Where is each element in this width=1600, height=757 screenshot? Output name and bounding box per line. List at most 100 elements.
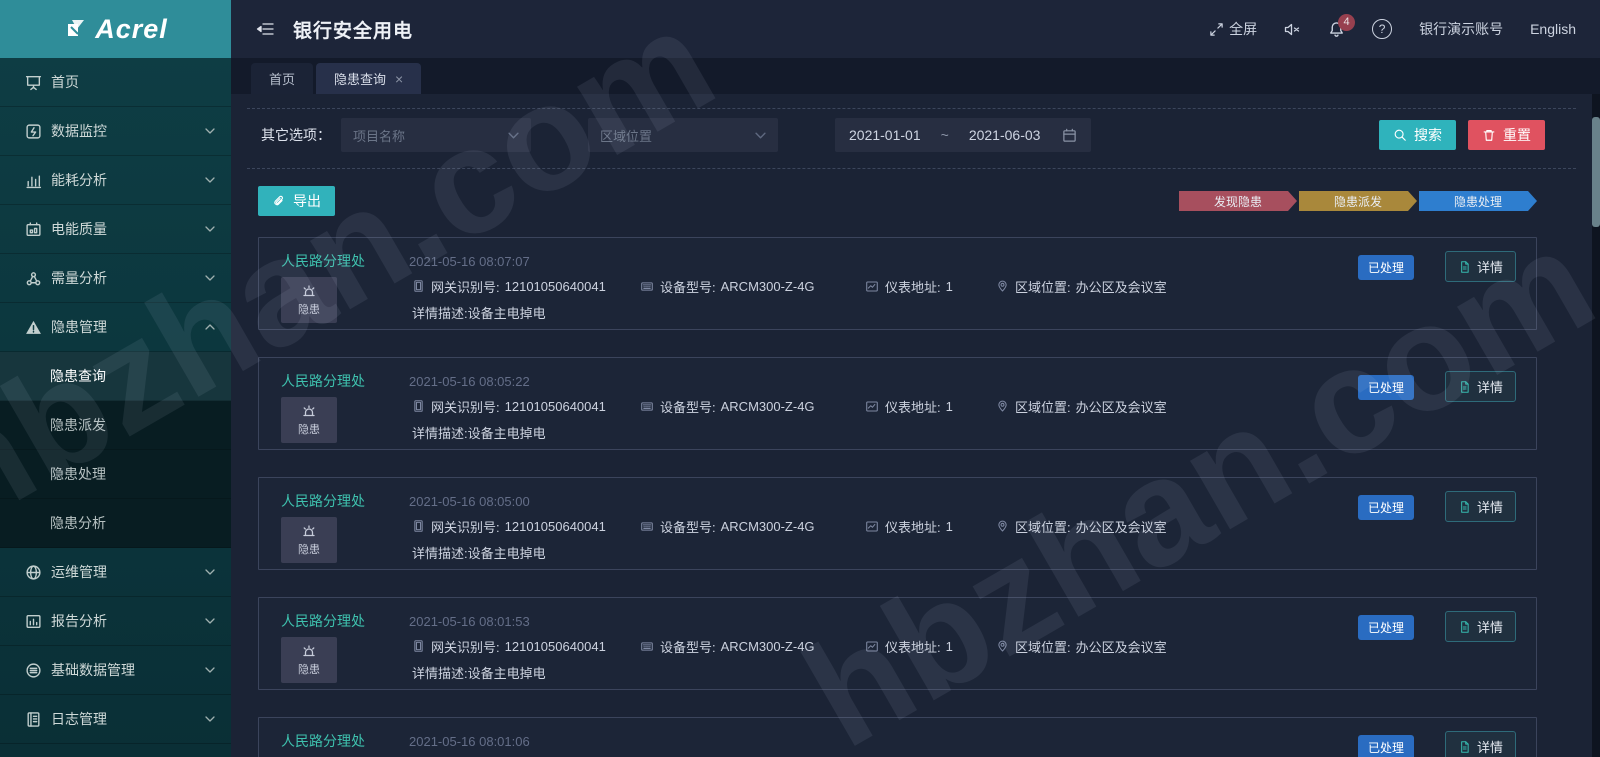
notification-badge: 4 xyxy=(1338,13,1356,31)
meter-address-field: 仪表地址: 1 xyxy=(865,277,996,296)
sidebar-item-log-management[interactable]: 日志管理 xyxy=(0,695,231,744)
record-body: 隐患 网关识别号: 12101050640041 设备型号: ARCM300-Z… xyxy=(275,277,1520,323)
sidebar-item-data-monitor[interactable]: 数据监控 xyxy=(0,107,231,156)
help-icon[interactable]: ? xyxy=(1372,19,1393,39)
warning-triangle-icon xyxy=(26,320,41,334)
meter-address-field: 仪表地址: 1 xyxy=(865,397,996,416)
meter-address-icon xyxy=(865,400,879,413)
hazard-tile-label: 隐患 xyxy=(298,544,320,556)
vertical-scrollbar[interactable] xyxy=(1592,94,1600,757)
sidebar-item-hazard-management[interactable]: 隐患管理 xyxy=(0,303,231,352)
date-range-picker[interactable]: 2021-01-01 ~ 2021-06-03 xyxy=(835,118,1092,152)
hazard-tile-label: 隐患 xyxy=(298,304,320,316)
legend-hazard-dispatch: 隐患派发 xyxy=(1299,191,1417,211)
status-badge-handled[interactable]: 已处理 xyxy=(1357,735,1414,757)
device-model-label: 设备型号: xyxy=(660,639,716,655)
device-model-value: ARCM300-Z-4G xyxy=(720,518,815,534)
status-badge-handled[interactable]: 已处理 xyxy=(1357,255,1414,280)
sidebar-item-report-analysis[interactable]: 报告分析 xyxy=(0,597,231,646)
site-name-link[interactable]: 人民路分理处 xyxy=(281,491,365,511)
sidebar-item-label: 报告分析 xyxy=(51,613,107,629)
gateway-icon xyxy=(412,639,425,653)
hazard-record-row: 人民路分理处 2021-05-16 08:05:00 隐患 网关识别号: 121… xyxy=(258,477,1537,570)
project-select[interactable]: 项目名称 xyxy=(341,118,531,152)
sidebar-item-energy-analysis[interactable]: 能耗分析 xyxy=(0,156,231,205)
device-model-value: ARCM300-Z-4G xyxy=(720,638,815,654)
sidebar-item-base-data[interactable]: 基础数据管理 xyxy=(0,646,231,695)
project-select-placeholder: 项目名称 xyxy=(353,128,406,144)
record-description: 详情描述:设备主电掉电 xyxy=(412,306,546,321)
sidebar-item-label: 需量分析 xyxy=(51,270,107,286)
sidebar-item-ops-management[interactable]: 运维管理 xyxy=(0,548,231,597)
page-title: 银行安全用电 xyxy=(293,20,414,42)
sidebar-item-label: 基础数据管理 xyxy=(51,662,135,678)
hazard-tile-label: 隐患 xyxy=(298,424,320,436)
tab-hazard-query[interactable]: 隐患查询 × xyxy=(316,63,422,94)
detail-button[interactable]: 详情 xyxy=(1444,731,1516,757)
document-icon xyxy=(1458,500,1471,514)
sidebar-subitem-label: 隐患处理 xyxy=(50,466,106,482)
close-tab-icon[interactable]: × xyxy=(395,71,403,87)
sidebar-subitem-hazard-analysis[interactable]: 隐患分析 xyxy=(0,499,231,548)
location-label: 区域位置: xyxy=(1015,519,1071,535)
status-badge-handled[interactable]: 已处理 xyxy=(1357,615,1414,640)
site-name-link[interactable]: 人民路分理处 xyxy=(281,371,365,391)
status-badge-handled[interactable]: 已处理 xyxy=(1357,375,1414,400)
detail-button[interactable]: 详情 xyxy=(1444,491,1516,522)
divider xyxy=(247,108,1576,109)
gateway-field: 网关识别号: 12101050640041 xyxy=(412,517,640,536)
fullscreen-button[interactable]: 全屏 xyxy=(1209,19,1257,39)
meter-address-value: 1 xyxy=(945,278,953,294)
reset-button[interactable]: 重置 xyxy=(1468,120,1545,150)
sidebar-item-power-quality[interactable]: 电能质量 xyxy=(0,205,231,254)
language-switch[interactable]: English xyxy=(1530,21,1576,37)
record-head: 人民路分理处 2021-05-16 08:05:00 xyxy=(275,491,1520,511)
hazard-record-row: 人民路分理处 2021-05-16 08:01:06 隐患 网关识别号: xyxy=(258,717,1537,757)
record-head: 人民路分理处 2021-05-16 08:01:06 xyxy=(275,731,1520,751)
hazard-type-tile: 隐患 xyxy=(281,277,337,323)
account-name[interactable]: 银行演示账号 xyxy=(1419,19,1503,39)
search-label: 搜索 xyxy=(1414,127,1442,143)
chevron-down-icon xyxy=(205,177,215,183)
export-button[interactable]: 导出 xyxy=(258,186,335,216)
site-name-link[interactable]: 人民路分理处 xyxy=(281,731,365,751)
location-pin-icon xyxy=(996,279,1009,293)
sidebar-item-home[interactable]: 首页 xyxy=(0,58,231,107)
hazard-submenu: 隐患查询 隐患派发 隐患处理 隐患分析 xyxy=(0,352,231,548)
detail-label: 详情 xyxy=(1476,380,1503,395)
location-pin-icon xyxy=(996,399,1009,413)
notifications-button[interactable]: 4 xyxy=(1328,13,1356,38)
area-select[interactable]: 区域位置 xyxy=(588,118,778,152)
speaker-muted-icon xyxy=(1284,23,1300,35)
detail-button[interactable]: 详情 xyxy=(1444,251,1516,282)
detail-button[interactable]: 详情 xyxy=(1444,611,1516,642)
sidebar-subitem-hazard-handle[interactable]: 隐患处理 xyxy=(0,450,231,499)
status-badge-handled[interactable]: 已处理 xyxy=(1357,495,1414,520)
search-button[interactable]: 搜索 xyxy=(1379,120,1456,150)
tab-home[interactable]: 首页 xyxy=(251,63,314,94)
hazard-record-row: 人民路分理处 2021-05-16 08:07:07 隐患 网关识别号: 121… xyxy=(258,237,1537,330)
collapse-menu-icon[interactable] xyxy=(255,21,275,37)
sidebar-subitem-hazard-dispatch[interactable]: 隐患派发 xyxy=(0,401,231,450)
alarm-icon xyxy=(303,285,315,297)
data-monitor-icon xyxy=(26,123,41,139)
sidebar-subitem-hazard-query[interactable]: 隐患查询 xyxy=(0,352,231,401)
paperclip-icon xyxy=(274,195,283,206)
mute-button[interactable] xyxy=(1284,22,1301,37)
brand-logo[interactable]: Acrel xyxy=(0,0,231,58)
site-name-link[interactable]: 人民路分理处 xyxy=(281,611,365,631)
device-icon xyxy=(640,520,654,533)
site-name-link[interactable]: 人民路分理处 xyxy=(281,251,365,271)
detail-button[interactable]: 详情 xyxy=(1444,371,1516,402)
chevron-down-icon xyxy=(205,569,215,575)
document-icon xyxy=(1458,620,1471,634)
location-field: 区域位置: 办公区及会议室 xyxy=(996,277,1167,296)
scrollbar-thumb[interactable] xyxy=(1592,117,1600,227)
document-icon xyxy=(1458,260,1471,274)
sidebar-item-demand-analysis[interactable]: 需量分析 xyxy=(0,254,231,303)
gateway-value: 12101050640041 xyxy=(504,638,606,654)
database-icon xyxy=(26,662,41,678)
hazard-record-row: 人民路分理处 2021-05-16 08:01:53 隐患 网关识别号: 121… xyxy=(258,597,1537,690)
device-icon xyxy=(640,280,654,293)
record-timestamp: 2021-05-16 08:07:07 xyxy=(409,254,530,269)
